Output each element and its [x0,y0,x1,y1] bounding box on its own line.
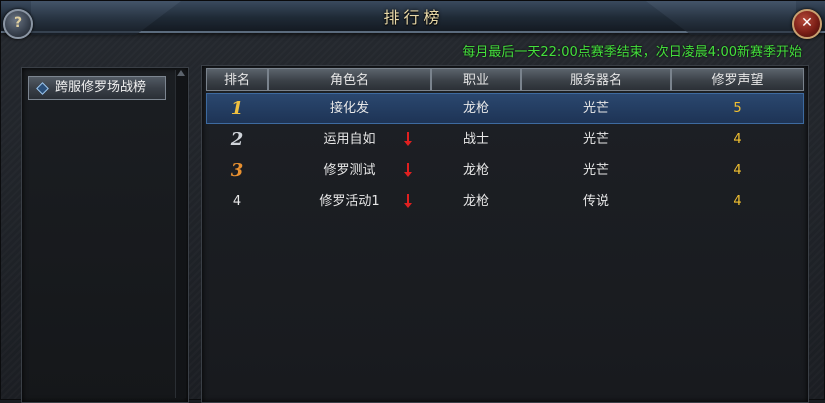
rank-down-icon [404,163,412,177]
table-header: 排名 角色名 职业 服务器名 修罗声望 [206,68,804,91]
character-class: 龙枪 [462,101,489,116]
scroll-up-icon[interactable] [177,70,185,76]
category-tab-cross-server-arena[interactable]: 跨服修罗场战榜 [28,76,166,100]
rank-value: 4 [232,194,242,209]
diamond-icon [36,82,49,95]
close-button[interactable]: ✕ [792,9,822,39]
table-row[interactable]: 2 运用自如 战士 光芒 4 [206,124,804,155]
title-bar: 排行榜 [1,1,825,35]
header-server[interactable]: 服务器名 [521,68,671,91]
server-name: 光芒 [582,132,609,147]
class-cell: 战士 [431,124,521,155]
character-name: 运用自如 [323,132,376,147]
character-name: 接化发 [329,101,369,116]
reputation-score: 5 [733,101,742,116]
category-scrollbar[interactable] [175,70,186,398]
rank-down-icon [404,194,412,208]
score-cell: 4 [671,186,804,217]
rank-value: 3 [230,160,244,181]
server-cell: 传说 [521,186,671,217]
rank-cell: 4 [206,186,268,217]
name-cell: 接化发 [268,93,431,124]
table-row[interactable]: 4 修罗活动1 龙枪 传说 4 [206,186,804,217]
rank-cell: 1 [206,93,268,124]
category-tab-label: 跨服修罗场战榜 [55,80,147,95]
server-cell: 光芒 [521,155,671,186]
ranking-table: 排名 角色名 职业 服务器名 修罗声望 1 接化发 龙枪 光芒 5 2 运用自如 战士 光芒 4 3… [201,65,809,403]
character-class: 战士 [462,132,489,147]
rank-cell: 3 [206,155,268,186]
rank-value: 2 [230,129,244,150]
window-title: 排行榜 [383,8,444,27]
category-panel: 跨服修罗场战榜 [21,67,189,403]
character-class: 龙枪 [462,194,489,209]
class-cell: 龙枪 [431,186,521,217]
score-cell: 4 [671,155,804,186]
class-cell: 龙枪 [431,93,521,124]
reputation-score: 4 [733,132,742,147]
character-name: 修罗活动1 [319,194,380,209]
reputation-score: 4 [733,163,742,178]
server-cell: 光芒 [521,124,671,155]
server-name: 传说 [582,194,609,209]
score-cell: 5 [671,93,804,124]
server-name: 光芒 [582,163,609,178]
name-cell: 运用自如 [268,124,431,155]
table-row[interactable]: 1 接化发 龙枪 光芒 5 [206,93,804,124]
header-rank[interactable]: 排名 [206,68,268,91]
server-cell: 光芒 [521,93,671,124]
season-notice: 每月最后一天22:00点赛季结束，次日凌晨4:00新赛季开始 [462,45,802,60]
table-row[interactable]: 3 修罗测试 龙枪 光芒 4 [206,155,804,186]
header-name[interactable]: 角色名 [268,68,431,91]
rank-down-icon [404,132,412,146]
help-button[interactable]: ? [3,9,33,39]
rank-value: 1 [230,98,244,119]
name-cell: 修罗活动1 [268,186,431,217]
reputation-score: 4 [733,194,742,209]
character-class: 龙枪 [462,163,489,178]
rank-cell: 2 [206,124,268,155]
name-cell: 修罗测试 [268,155,431,186]
header-class[interactable]: 职业 [431,68,521,91]
score-cell: 4 [671,124,804,155]
header-score[interactable]: 修罗声望 [671,68,804,91]
class-cell: 龙枪 [431,155,521,186]
leaderboard-window: 排行榜 ? ✕ 每月最后一天22:00点赛季结束，次日凌晨4:00新赛季开始 跨… [0,0,825,403]
server-name: 光芒 [582,101,609,116]
character-name: 修罗测试 [323,163,376,178]
